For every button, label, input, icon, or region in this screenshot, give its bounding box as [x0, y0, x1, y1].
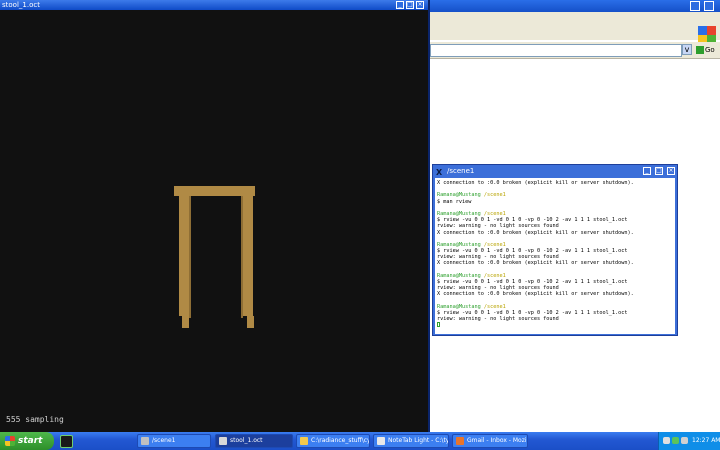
prompt-user: Ramana@Mustang: [437, 272, 481, 279]
security-icon[interactable]: [672, 437, 679, 444]
stool-leg-front-left: [179, 196, 189, 316]
taskbar-item[interactable]: NoteTab Light - C:\ty...: [373, 434, 449, 448]
stool-leg-back-right: [241, 196, 243, 318]
taskbar-item-label: /scene1: [152, 437, 176, 444]
windows-logo-icon: [5, 436, 15, 446]
folder-icon: [300, 437, 308, 445]
prompt-user: Ramana@Mustang: [437, 210, 481, 217]
go-label: Go: [705, 46, 715, 54]
prompt-user: Ramana@Mustang: [437, 241, 481, 248]
taskbar: start /scene1 stool_1.oct C:\radiance_stuf…: [0, 432, 720, 450]
taskbar-item-label: NoteTab Light - C:\ty...: [388, 437, 449, 444]
prompt-path: /scene1: [480, 272, 506, 279]
x-window-icon: [219, 437, 227, 445]
taskbar-item-label: Gmail - Inbox - Mozilla...: [467, 437, 528, 444]
xterm-close-button[interactable]: ×: [667, 167, 675, 175]
prompt-path: /scene1: [480, 210, 506, 217]
rview-minimize-button[interactable]: _: [396, 1, 404, 9]
rview-status-text: 555 sampling: [6, 415, 64, 424]
xterm-title-bar[interactable]: X /scene1 _ □ ×: [433, 165, 677, 177]
go-arrow-icon: [696, 46, 704, 54]
xterm-minimize-button[interactable]: _: [643, 167, 651, 175]
rview-title: stool_1.oct: [2, 1, 40, 9]
taskbar-item-label: C:\radiance_stuff\cy...: [311, 437, 370, 444]
prompt-path: /scene1: [480, 303, 506, 310]
stool-foot-front-left: [182, 316, 189, 328]
taskbar-item[interactable]: C:\radiance_stuff\cy...: [296, 434, 370, 448]
xterm-maximize-button[interactable]: □: [655, 167, 663, 175]
x-terminal-icon: [141, 437, 149, 445]
rview-close-button[interactable]: ×: [416, 1, 424, 9]
rview-title-bar[interactable]: stool_1.oct _ □ ×: [0, 0, 428, 10]
stool-leg-front-right: [243, 196, 253, 316]
taskbar-item-label: stool_1.oct: [230, 437, 263, 444]
address-bar: v Go: [428, 42, 720, 59]
address-input[interactable]: [430, 44, 682, 57]
network-icon[interactable]: [663, 437, 670, 444]
taskbar-item[interactable]: stool_1.oct: [215, 434, 293, 448]
start-label: start: [18, 436, 43, 446]
terminal-cursor[interactable]: [437, 322, 440, 328]
address-dropdown-button[interactable]: v: [682, 44, 692, 55]
browser-toolbar: [428, 12, 720, 44]
browser-title-bar[interactable]: [428, 0, 720, 12]
stool-seat: [174, 186, 255, 196]
clock: 12:27 AM: [692, 437, 720, 444]
terminal-cursor-line: [437, 322, 675, 328]
browser-close-button[interactable]: [704, 1, 714, 11]
notepad-icon: [377, 437, 385, 445]
rview-window[interactable]: stool_1.oct _ □ × 555 sampling: [0, 0, 430, 432]
start-button[interactable]: start: [0, 432, 54, 450]
go-button[interactable]: Go: [696, 44, 718, 56]
system-tray: 12:27 AM: [658, 432, 720, 450]
volume-icon[interactable]: [681, 437, 688, 444]
prompt-path: /scene1: [480, 192, 506, 199]
prompt-user: Ramana@Mustang: [437, 192, 481, 199]
taskbar-item[interactable]: Gmail - Inbox - Mozilla...: [452, 434, 528, 448]
prompt-user: Ramana@Mustang: [437, 303, 481, 310]
xterm-window[interactable]: X /scene1 _ □ × X connection to :0.0 bro…: [432, 164, 678, 336]
firefox-icon: [456, 437, 464, 445]
prompt-path: /scene1: [480, 241, 506, 248]
browser-minimize-button[interactable]: [690, 1, 700, 11]
terminal-quicklaunch-icon[interactable]: [60, 435, 73, 448]
taskbar-item[interactable]: /scene1: [137, 434, 211, 448]
stool-foot-front-right: [247, 316, 254, 328]
xterm-title: /scene1: [447, 167, 475, 175]
chevron-down-icon: v: [684, 45, 690, 54]
stool-leg-back-left: [189, 196, 191, 318]
rview-maximize-button[interactable]: □: [406, 1, 414, 9]
terminal-output[interactable]: X connection to :0.0 broken (explicit ki…: [435, 178, 675, 334]
